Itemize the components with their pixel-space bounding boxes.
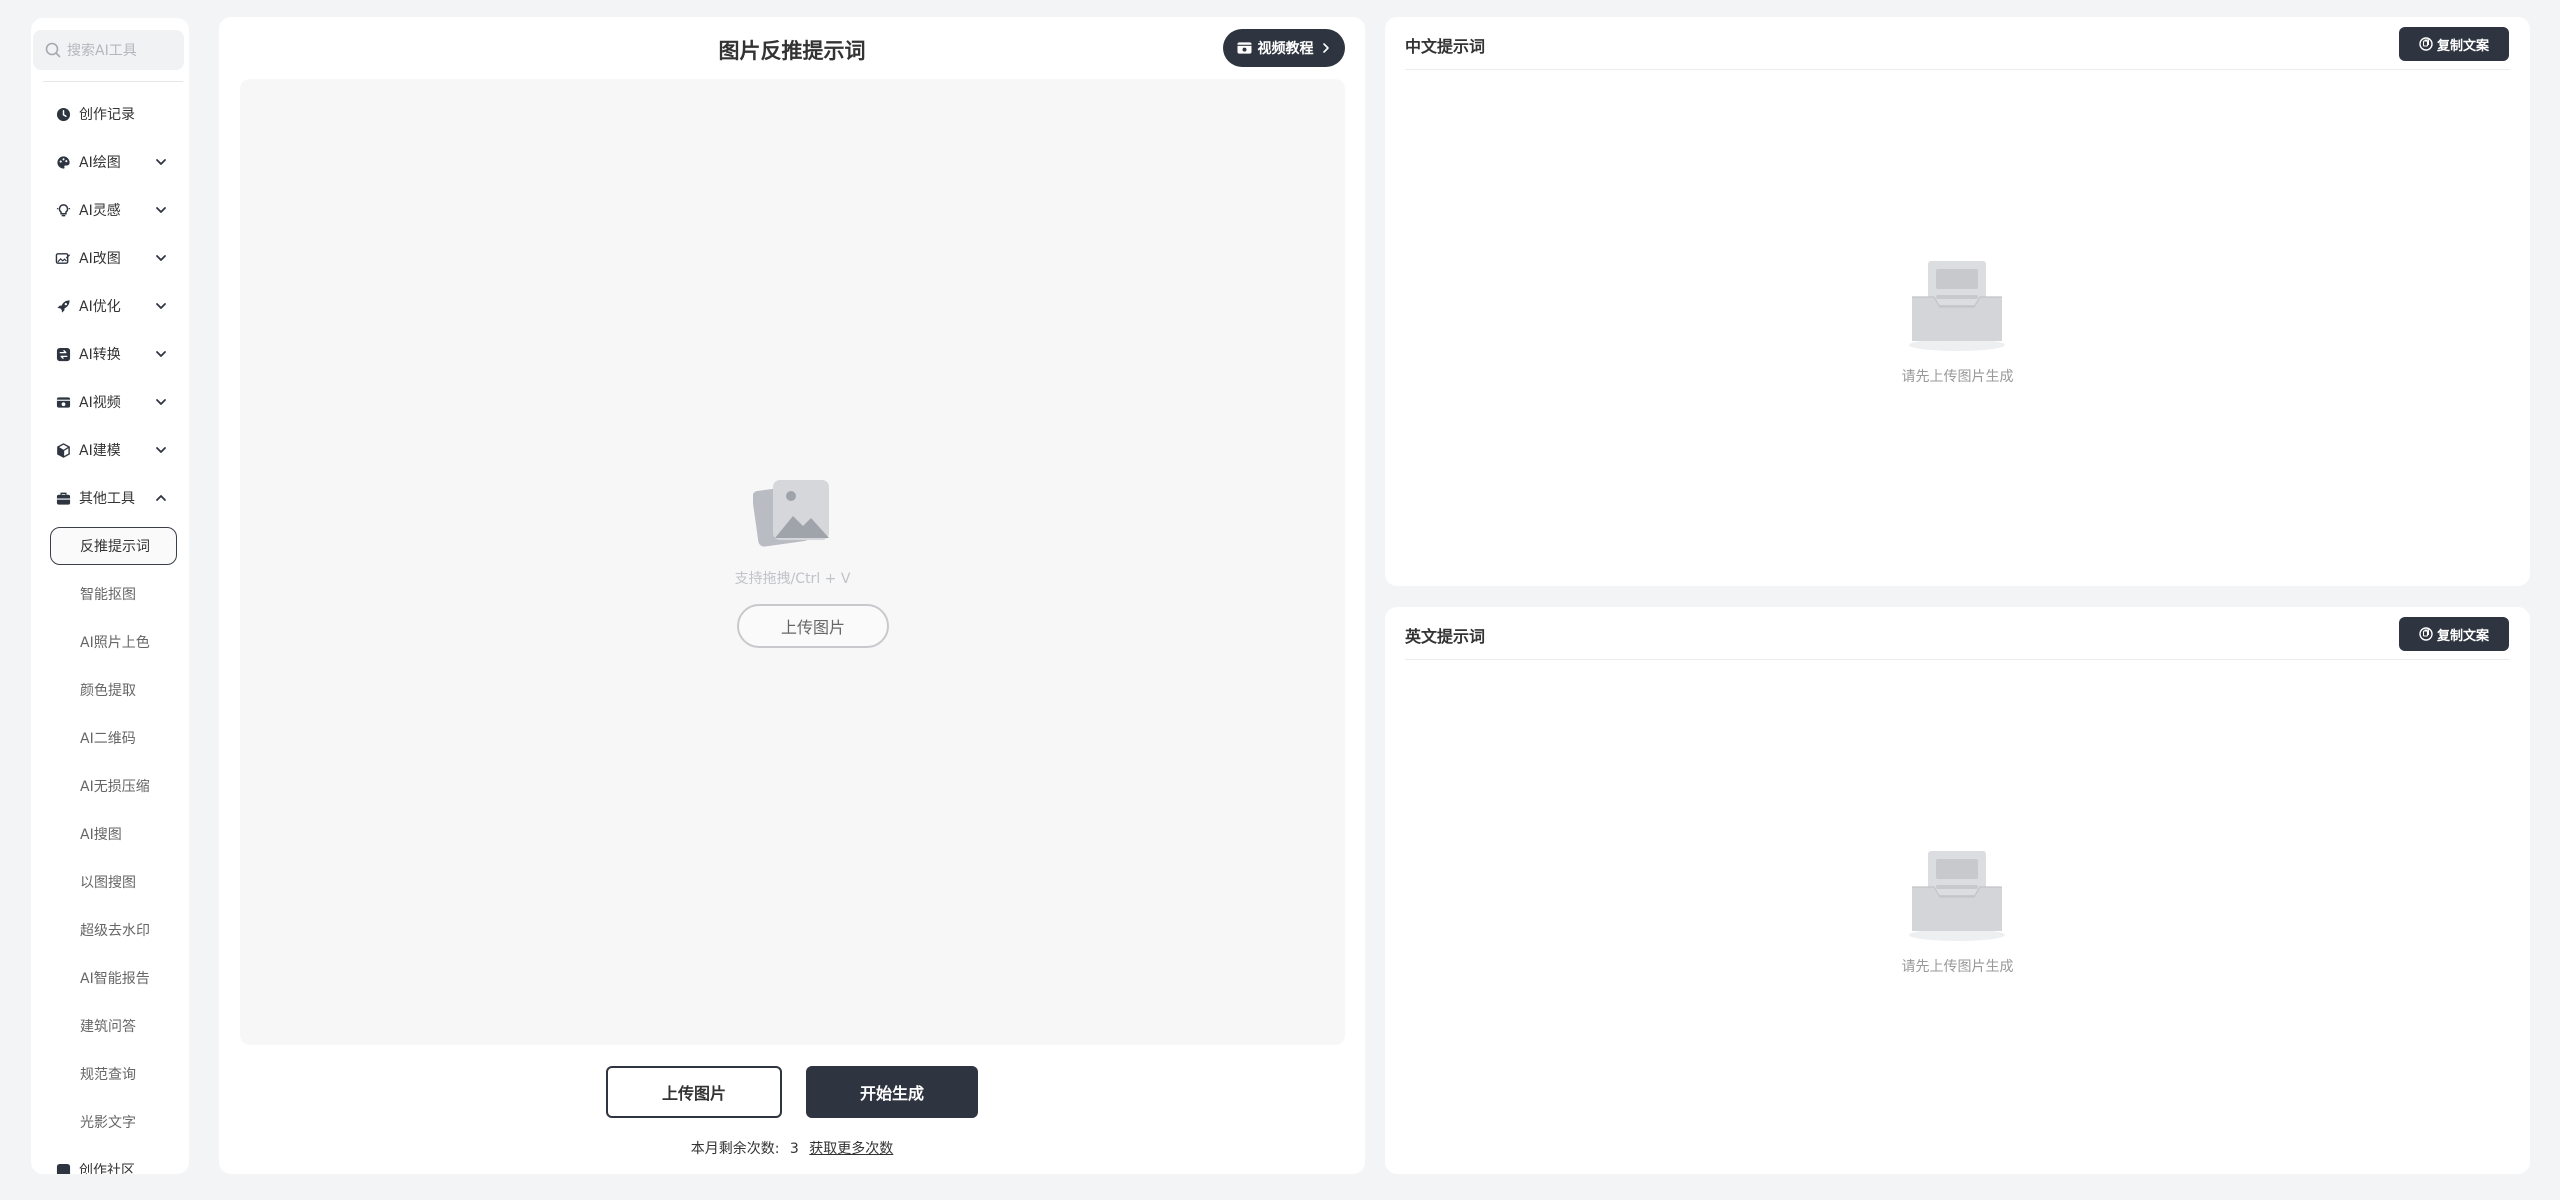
chevron-right-icon	[1322, 43, 1329, 53]
main-panel: 图片反推提示词 视频教程 支持拖拽/Ctrl + V 上传图片 上传图片 开始生…	[219, 17, 1365, 1174]
sidebar-subitem-search-by-image[interactable]: 以图搜图	[31, 858, 189, 906]
sidebar-subitem-ai-image-search[interactable]: AI搜图	[31, 810, 189, 858]
sidebar-item-label: AI建模	[79, 443, 121, 459]
video-tutorial-button[interactable]: 视频教程	[1223, 29, 1345, 67]
chevron-down-icon	[156, 255, 166, 261]
sidebar-item-ai-edit-image[interactable]: AI改图	[31, 234, 189, 282]
toolbox-icon	[55, 490, 71, 506]
empty-state-text: 请先上传图片生成	[1901, 369, 2014, 385]
sidebar-item-ai-modeling[interactable]: AI建模	[31, 426, 189, 474]
chevron-down-icon	[156, 159, 166, 165]
chevron-up-icon	[156, 495, 166, 501]
sidebar-menu: 创作记录 AI绘图 AI灵感 AI改图 AI优化 AI转换 AI视频 AI建模 …	[31, 90, 189, 1174]
chevron-down-icon	[156, 303, 166, 309]
sidebar-item-label: AI绘图	[79, 155, 121, 171]
cube-icon	[55, 442, 71, 458]
sidebar-subitem-color-extract[interactable]: 颜色提取	[31, 666, 189, 714]
image-drop-zone[interactable]: 支持拖拽/Ctrl + V 上传图片	[240, 79, 1345, 1045]
copy-label: 复制文案	[2436, 38, 2489, 54]
empty-inbox-icon	[1909, 261, 2005, 351]
chevron-down-icon	[156, 351, 166, 357]
empty-state-text: 请先上传图片生成	[1901, 959, 2014, 975]
image-edit-icon	[55, 250, 71, 266]
copy-english-button[interactable]: 复制文案	[2399, 617, 2509, 651]
sidebar-item-label: 创作社区	[79, 1163, 135, 1174]
sidebar-item-ai-video[interactable]: AI视频	[31, 378, 189, 426]
video-icon	[55, 394, 71, 410]
chevron-down-icon	[156, 207, 166, 213]
sidebar-item-ai-convert[interactable]: AI转换	[31, 330, 189, 378]
drop-zone-upload-button[interactable]: 上传图片	[737, 604, 889, 648]
sidebar-item-community[interactable]: 创作社区	[31, 1146, 189, 1174]
sidebar-subitem-architecture-qa[interactable]: 建筑问答	[31, 1002, 189, 1050]
video-icon	[1237, 42, 1251, 54]
sidebar-item-ai-optimize[interactable]: AI优化	[31, 282, 189, 330]
rocket-icon	[55, 298, 71, 314]
sidebar-subitem-smart-cutout[interactable]: 智能抠图	[31, 570, 189, 618]
sidebar-subitem-qr-code[interactable]: AI二维码	[31, 714, 189, 762]
drop-hint: 支持拖拽/Ctrl + V	[734, 571, 851, 587]
search-placeholder: 搜索AI工具	[67, 43, 137, 59]
image-placeholder-icon	[753, 480, 829, 547]
quota-info: 本月剩余次数: 3 获取更多次数	[219, 1138, 1365, 1158]
video-tutorial-label: 视频教程	[1257, 41, 1314, 57]
search-icon	[45, 42, 61, 58]
chinese-prompt-panel: 中文提示词 复制文案 请先上传图片生成	[1385, 17, 2530, 586]
sidebar-item-ai-drawing[interactable]: AI绘图	[31, 138, 189, 186]
chevron-down-icon	[156, 447, 166, 453]
sidebar-subitem-lossless-compress[interactable]: AI无损压缩	[31, 762, 189, 810]
search-input[interactable]: 搜索AI工具	[33, 30, 184, 70]
clock-icon	[55, 106, 71, 122]
palette-icon	[55, 154, 71, 170]
sidebar-subitem-light-text[interactable]: 光影文字	[31, 1098, 189, 1146]
copy-icon	[2419, 627, 2433, 641]
upload-image-button[interactable]: 上传图片	[606, 1066, 782, 1118]
quota-value: 3	[789, 1141, 799, 1157]
sidebar-item-label: 创作记录	[79, 107, 135, 123]
copy-icon	[2419, 37, 2433, 51]
get-more-quota-link[interactable]: 获取更多次数	[809, 1141, 893, 1157]
sidebar-subitem-photo-colorize[interactable]: AI照片上色	[31, 618, 189, 666]
sidebar-subitem-ai-report[interactable]: AI智能报告	[31, 954, 189, 1002]
sidebar-item-label: AI优化	[79, 299, 121, 315]
panel-divider	[1405, 69, 2510, 70]
sidebar-item-label: AI转换	[79, 347, 121, 363]
sidebar-item-label: AI视频	[79, 395, 121, 411]
sidebar-subitem-watermark-remove[interactable]: 超级去水印	[31, 906, 189, 954]
chevron-down-icon	[156, 399, 166, 405]
copy-label: 复制文案	[2436, 628, 2489, 644]
sidebar-subitem-reverse-prompt[interactable]: 反推提示词	[50, 527, 177, 565]
sidebar-subitem-standards-query[interactable]: 规范查询	[31, 1050, 189, 1098]
english-prompt-title: 英文提示词	[1405, 627, 1486, 646]
sidebar-item-label: AI灵感	[79, 203, 121, 219]
page-title: 图片反推提示词	[718, 39, 866, 63]
lightbulb-icon	[55, 202, 71, 218]
copy-chinese-button[interactable]: 复制文案	[2399, 27, 2509, 61]
empty-inbox-icon	[1909, 851, 2005, 941]
sidebar-divider	[43, 81, 183, 82]
sidebar: 搜索AI工具 创作记录 AI绘图 AI灵感 AI改图 AI优化 AI转换 AI视…	[31, 18, 189, 1174]
chinese-prompt-title: 中文提示词	[1405, 37, 1486, 56]
sidebar-item-label: 其他工具	[79, 491, 135, 507]
sidebar-item-history[interactable]: 创作记录	[31, 90, 189, 138]
english-prompt-panel: 英文提示词 复制文案 请先上传图片生成	[1385, 607, 2530, 1174]
quota-label: 本月剩余次数:	[690, 1141, 780, 1157]
convert-icon	[55, 346, 71, 362]
sidebar-item-other-tools[interactable]: 其他工具	[31, 474, 189, 522]
sidebar-item-label: AI改图	[79, 251, 121, 267]
community-icon	[55, 1162, 71, 1174]
start-generate-button[interactable]: 开始生成	[806, 1066, 978, 1118]
sidebar-item-ai-inspiration[interactable]: AI灵感	[31, 186, 189, 234]
panel-divider	[1405, 659, 2510, 660]
